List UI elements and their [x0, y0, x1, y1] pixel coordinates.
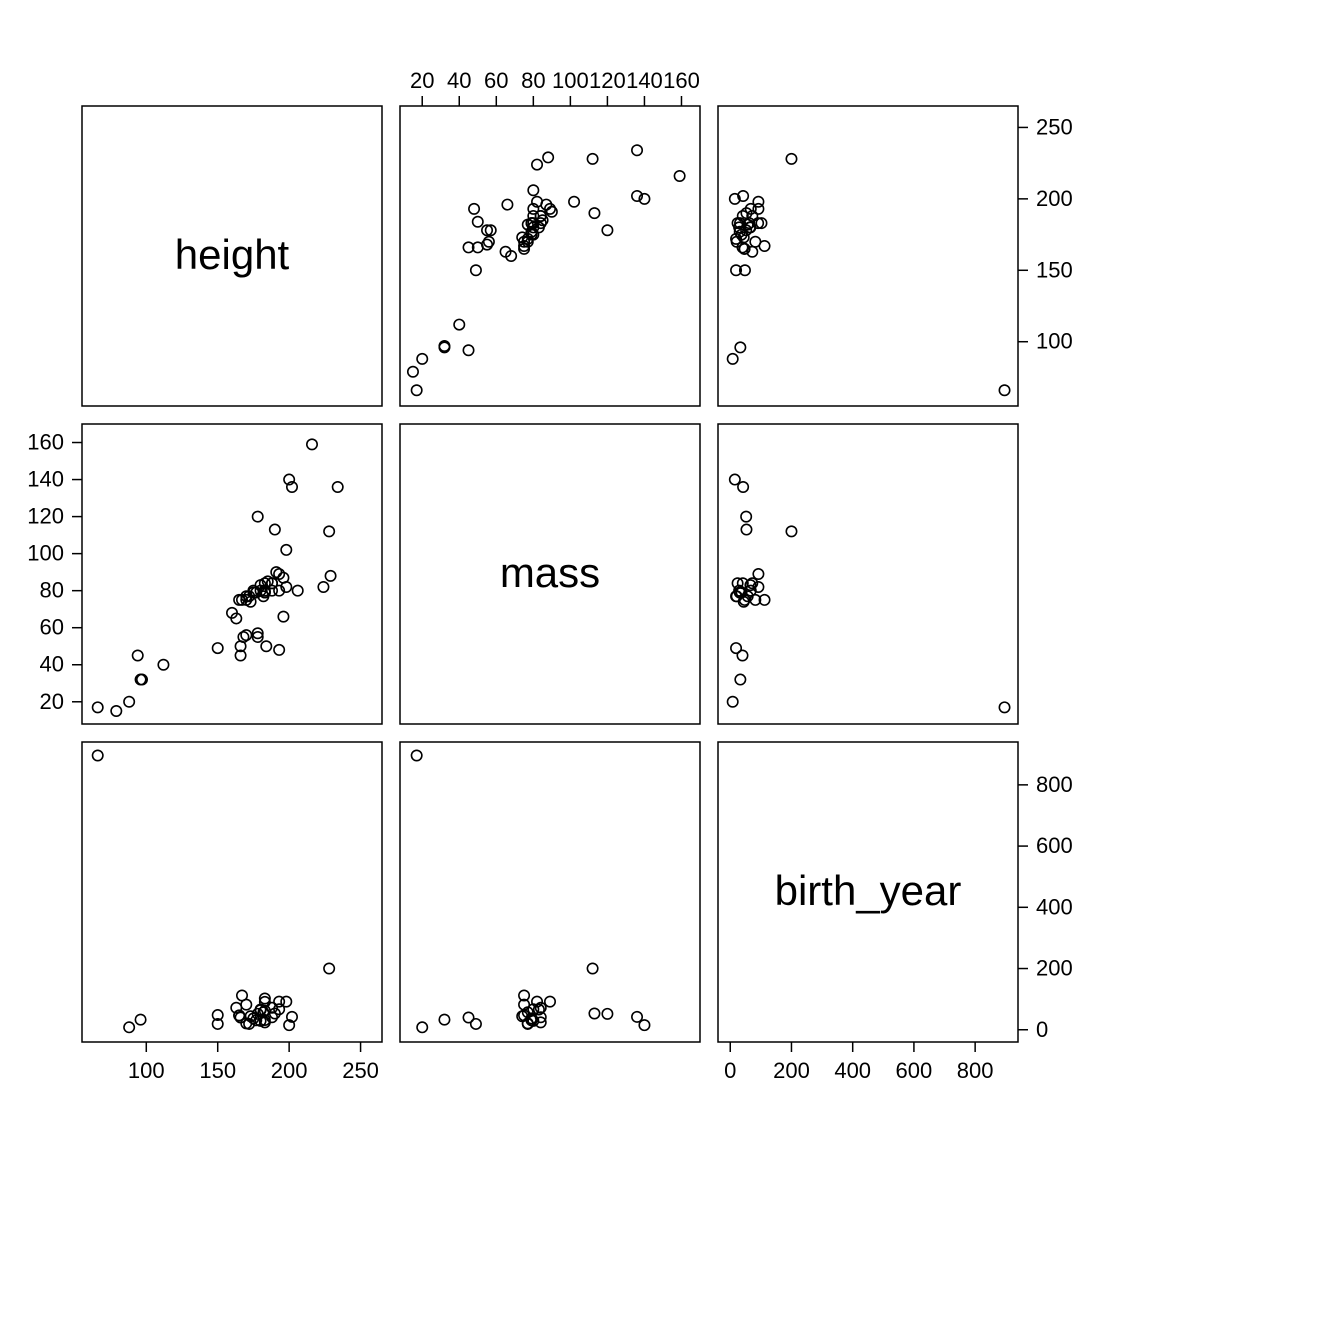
tick-bottom-birth_year-2: 400: [834, 1058, 871, 1083]
scatter-height-vs-mass: [408, 145, 685, 395]
tick-left-mass-0: 20: [40, 689, 64, 714]
panel-0-2: [718, 106, 1018, 406]
tick-right-height-0: 100: [1036, 329, 1073, 354]
tick-left-mass-2: 60: [40, 615, 64, 640]
tick-right-height-2: 200: [1036, 186, 1073, 211]
tick-right-birth_year-4: 800: [1036, 772, 1073, 797]
diag-label-height: height: [175, 231, 290, 278]
tick-bottom-birth_year-0: 0: [724, 1058, 736, 1083]
tick-top-mass-4: 100: [552, 68, 589, 93]
panel-0-1: [400, 106, 700, 406]
tick-bottom-height-0: 100: [128, 1058, 165, 1083]
tick-right-birth_year-0: 0: [1036, 1017, 1048, 1042]
tick-bottom-birth_year-3: 600: [896, 1058, 933, 1083]
tick-left-mass-5: 120: [27, 504, 64, 529]
scatter-birth_year-vs-mass: [411, 750, 649, 1032]
tick-right-height-3: 250: [1036, 114, 1073, 139]
tick-right-birth_year-2: 400: [1036, 894, 1073, 919]
diag-label-mass: mass: [500, 549, 600, 596]
tick-right-birth_year-3: 600: [1036, 833, 1073, 858]
tick-left-mass-3: 80: [40, 578, 64, 603]
tick-right-height-1: 150: [1036, 257, 1073, 282]
scatter-birth_year-vs-height: [93, 750, 335, 1032]
tick-left-mass-4: 100: [27, 541, 64, 566]
tick-bottom-height-1: 150: [199, 1058, 236, 1083]
tick-bottom-height-3: 250: [342, 1058, 379, 1083]
tick-bottom-birth_year-4: 800: [957, 1058, 994, 1083]
scatter-height-vs-birth_year: [727, 154, 1009, 396]
panel-2-0: [82, 742, 382, 1042]
tick-bottom-birth_year-1: 200: [773, 1058, 810, 1083]
tick-left-mass-7: 160: [27, 430, 64, 455]
tick-top-mass-0: 20: [410, 68, 434, 93]
diag-label-birth_year: birth_year: [775, 867, 962, 914]
tick-left-mass-6: 140: [27, 467, 64, 492]
tick-top-mass-2: 60: [484, 68, 508, 93]
tick-top-mass-1: 40: [447, 68, 471, 93]
panel-1-0: [82, 424, 382, 724]
tick-bottom-height-2: 200: [271, 1058, 308, 1083]
tick-right-birth_year-1: 200: [1036, 956, 1073, 981]
scatter-mass-vs-birth_year: [727, 474, 1009, 712]
tick-top-mass-6: 140: [626, 68, 663, 93]
tick-top-mass-3: 80: [521, 68, 545, 93]
scatterplot-matrix: heightmassbirth_year10015020025010015020…: [0, 0, 1344, 1344]
tick-left-mass-1: 40: [40, 652, 64, 677]
tick-top-mass-5: 120: [589, 68, 626, 93]
scatter-mass-vs-height: [93, 439, 343, 716]
tick-top-mass-7: 160: [663, 68, 700, 93]
